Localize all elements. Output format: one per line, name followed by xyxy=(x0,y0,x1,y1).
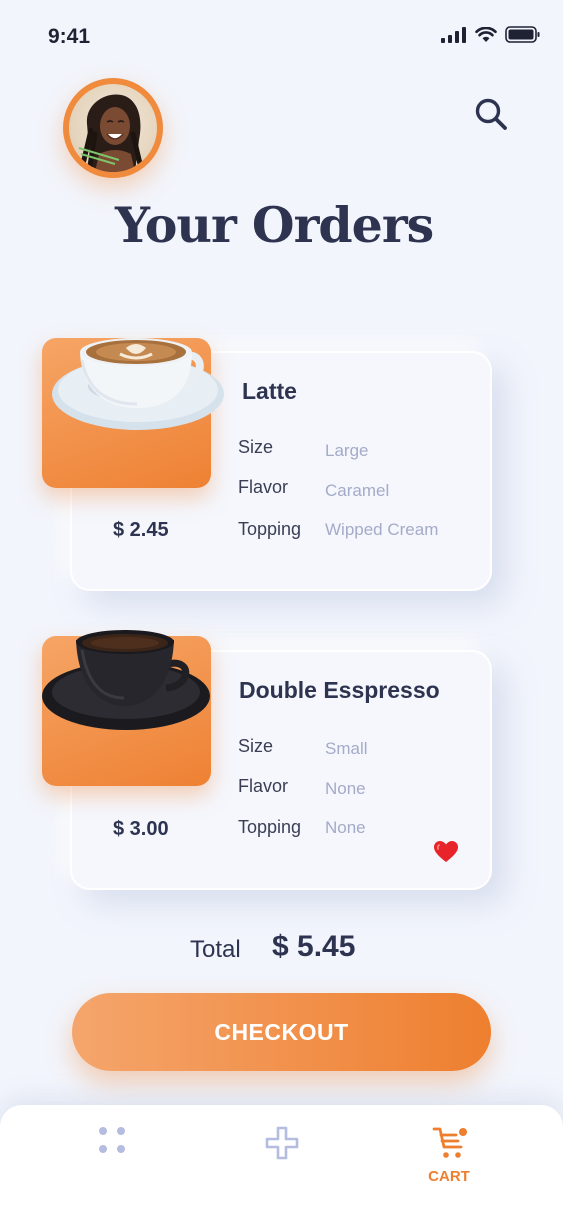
nav-item-cart[interactable]: CART xyxy=(389,1105,509,1218)
price-double-espresso: $ 3.00 xyxy=(113,818,169,840)
item-name-double-espresso: Double Esspresso xyxy=(239,677,440,703)
item-name-latte: Latte xyxy=(242,378,297,404)
status-time: 9:41 xyxy=(48,25,91,48)
wifi-icon xyxy=(475,26,497,42)
attr-label-topping: Topping xyxy=(238,817,302,837)
attr-value-size: Large xyxy=(325,441,369,460)
signal-icon xyxy=(441,26,466,43)
heart-icon[interactable] xyxy=(433,840,459,864)
order-image-latte xyxy=(42,338,224,488)
status-icons xyxy=(441,26,541,43)
search-icon[interactable] xyxy=(474,97,508,131)
attr-value-flavor: Caramel xyxy=(325,481,390,500)
battery-icon xyxy=(505,26,540,43)
total-value: $ 5.45 xyxy=(272,930,356,963)
cart-icon xyxy=(432,1127,467,1158)
attr-value-topping: None xyxy=(325,818,366,837)
nav-item-home[interactable] xyxy=(53,1105,173,1218)
attr-label-topping: Topping xyxy=(238,519,302,539)
status-bar: 9:41 xyxy=(0,0,563,70)
attr-label-size: Size xyxy=(238,736,274,756)
nav-item-add[interactable] xyxy=(222,1105,342,1218)
attr-label-flavor: Flavor xyxy=(238,477,289,497)
price-latte: $ 2.45 xyxy=(113,519,169,541)
total-label: Total xyxy=(190,936,241,963)
order-image-espresso xyxy=(42,630,211,786)
bottom-nav: CART xyxy=(0,1105,563,1218)
attr-value-flavor: None xyxy=(325,779,366,798)
avatar-photo xyxy=(69,84,157,172)
espresso-cup-icon xyxy=(42,630,210,730)
attr-label-flavor: Flavor xyxy=(238,776,289,796)
dots-grid-icon xyxy=(99,1127,125,1153)
page-title: Your Orders xyxy=(115,196,434,254)
attr-value-size: Small xyxy=(325,739,368,758)
plus-icon xyxy=(265,1126,299,1160)
avatar[interactable] xyxy=(63,78,163,178)
nav-cart-label: CART xyxy=(428,1168,470,1185)
latte-cup-icon xyxy=(52,338,224,430)
attr-value-topping: Wipped Cream xyxy=(325,520,439,539)
attr-label-size: Size xyxy=(238,437,274,457)
checkout-button[interactable]: CHECKOUT xyxy=(72,993,491,1071)
